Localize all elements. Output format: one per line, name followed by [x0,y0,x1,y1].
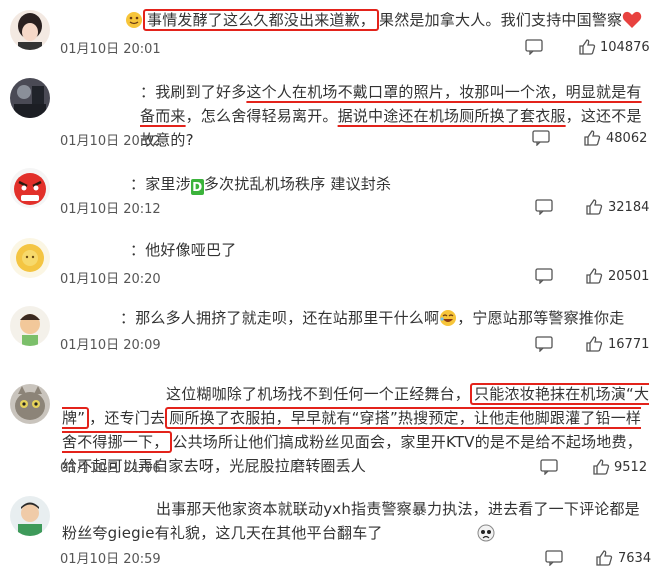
like-icon[interactable] [583,129,601,151]
comment-time: 01月10日 20:12 [60,202,161,217]
avatar[interactable] [10,496,50,536]
like-count: 104876 [600,40,650,55]
reply-icon[interactable] [535,268,553,288]
like-icon[interactable] [595,549,613,571]
avatar[interactable] [10,78,50,118]
comment-text: 出事那天他家资本就联动yxh指责警察暴力执法，进去看了一下评论都是粉丝夸gieg… [62,497,655,549]
avatar[interactable] [10,306,50,346]
comment-time: 01月10日 20:09 [60,338,161,353]
like-icon[interactable] [585,198,603,220]
comment-time: 01月10日 20:01 [60,42,161,57]
like-count: 20501 [608,269,650,284]
like-count: 16771 [608,337,650,352]
reply-icon[interactable] [525,39,543,59]
like-count: 7634 [618,551,652,566]
comment-time: 01月10日 20:20 [60,272,161,287]
like-icon[interactable] [592,458,610,480]
reply-icon[interactable] [540,459,558,479]
comment-text: 事情发酵了这么久都没出来道歉， 果然是加拿大人。我们支持中国警察 [125,8,655,36]
sad-emoji-icon [383,524,495,549]
like-count: 9512 [614,460,648,475]
heart-icon [622,11,642,36]
avatar[interactable] [10,238,50,278]
avatar[interactable] [10,10,50,50]
comment-text: ：家里涉D多次扰乱机场秩序 建议封杀 [130,175,392,195]
avatar[interactable] [10,168,50,208]
comment-text: ：那么多人拥挤了就走呗，还在站那里干什么啊 ，宁愿站那等警察推你走 [120,306,650,334]
comment-time: 01月10日 20:59 [60,552,161,567]
comment-text: ：他好像哑巴了 [130,241,237,259]
reply-icon[interactable] [535,199,553,219]
like-icon[interactable] [585,267,603,289]
highlighted-phrase: 事情发酵了这么久都没出来道歉， [143,9,380,31]
proud-emoji-icon [125,11,143,36]
reply-icon[interactable] [535,336,553,356]
reply-icon[interactable] [532,130,550,150]
laugh-emoji-icon [439,309,457,334]
comment-time: 01月10日 20:02 [60,134,161,149]
like-icon[interactable] [578,38,596,60]
comment-text: ：我刷到了好多这个人在机场不戴口罩的照片，妆那叫一个浓，明显就是有备而来，怎么舍… [140,83,642,149]
reply-icon[interactable] [545,550,563,570]
like-icon[interactable] [585,335,603,357]
comment-time: 01月10日 21:06 [60,461,161,476]
like-count: 48062 [606,131,648,146]
underlined-phrase: 据说中途还在机场厕所换了套衣服 [337,107,566,125]
like-count: 32184 [608,200,650,215]
avatar[interactable] [10,384,50,424]
d-badge: D [190,179,204,195]
